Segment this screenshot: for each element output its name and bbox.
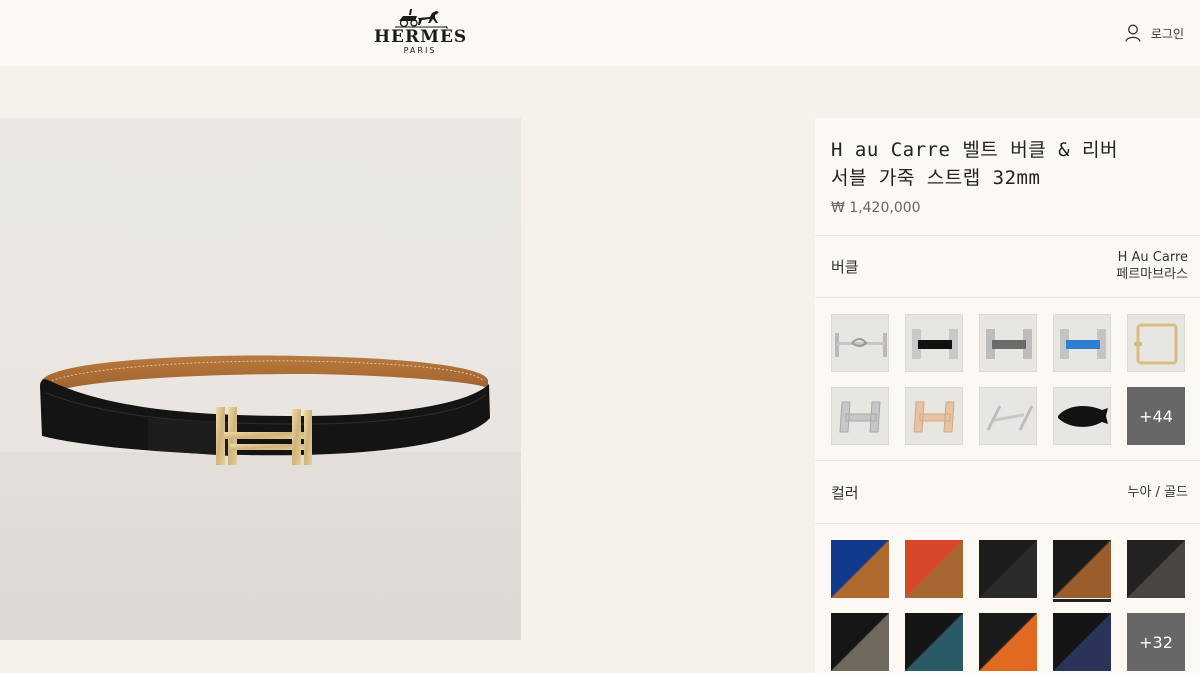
- top-navigation-bar: HERMÈS PARIS 로그인: [0, 0, 1200, 66]
- buckle-animal-icon: [1058, 406, 1108, 427]
- product-image[interactable]: [0, 118, 521, 640]
- product-price: ₩ 1,420,000: [831, 200, 921, 216]
- color-swatch-black-crocodile[interactable]: [979, 540, 1037, 598]
- buckle-option-h-grey[interactable]: [979, 314, 1037, 372]
- divider: [815, 297, 1200, 298]
- product-title-line-1: H au Carre 벨트 버클 & 리버: [831, 139, 1118, 161]
- product-title: H au Carre 벨트 버클 & 리버 서블 가죽 스트랩 32mm: [831, 136, 1191, 192]
- login-button[interactable]: 로그인: [1125, 22, 1184, 44]
- color-swatch-black-teal[interactable]: [905, 613, 963, 671]
- buckle-hook-icon: [835, 333, 887, 357]
- divider: [815, 460, 1200, 461]
- buckle-h-blue-icon: [1060, 329, 1106, 359]
- buckle-option-h-rose-gold[interactable]: [905, 387, 963, 445]
- buckle-h-black-icon: [912, 329, 958, 359]
- brand-city: PARIS: [403, 46, 437, 55]
- carriage-logo-icon: [395, 9, 445, 28]
- buckle-selected-finish: 페르마브라스: [1116, 267, 1188, 282]
- buckle-more-button[interactable]: +44: [1127, 387, 1185, 445]
- color-swatch-noir-gold[interactable]: [1053, 540, 1111, 598]
- buckle-option-rectangle-gold[interactable]: [1127, 314, 1185, 372]
- color-label: 컬러: [831, 484, 859, 502]
- brand-name: HERMÈS: [374, 27, 468, 47]
- buckle-option-h-blue[interactable]: [1053, 314, 1111, 372]
- buckle-rectangle-icon: [1134, 323, 1178, 365]
- color-swatch-multicolor-gold[interactable]: [905, 540, 963, 598]
- color-swatch-black-orange[interactable]: [979, 613, 1037, 671]
- buckle-option-clip-silver[interactable]: [979, 387, 1037, 445]
- color-swatch-black-taupe[interactable]: [831, 613, 889, 671]
- color-more-button[interactable]: +32: [1127, 613, 1185, 671]
- belt-image: [40, 355, 490, 465]
- buckle-option-hook-silver[interactable]: [831, 314, 889, 372]
- buckle-selected-name: H Au Carre: [1117, 250, 1188, 265]
- product-detail-panel: H au Carre 벨트 버클 & 리버 서블 가죽 스트랩 32mm ₩ 1…: [815, 118, 1200, 673]
- selected-swatch-indicator: [1053, 599, 1111, 602]
- buckle-label: 버클: [831, 258, 859, 276]
- color-swatch-black-grey[interactable]: [1127, 540, 1185, 598]
- buckle-h-grey-icon: [986, 329, 1032, 359]
- product-title-line-2: 서블 가죽 스트랩 32mm: [831, 167, 1041, 189]
- login-label: 로그인: [1150, 26, 1184, 41]
- hermes-logo[interactable]: HERMÈS PARIS: [374, 6, 466, 60]
- color-swatch-black-navy[interactable]: [1053, 613, 1111, 671]
- divider: [815, 235, 1200, 236]
- color-swatch-blue-gold[interactable]: [831, 540, 889, 598]
- user-icon: [1125, 24, 1141, 42]
- buckle-clip-icon: [986, 405, 1034, 431]
- buckle-option-animal-black[interactable]: [1053, 387, 1111, 445]
- buckle-option-h-black[interactable]: [905, 314, 963, 372]
- buckle-h-rose-gold-icon: [913, 401, 955, 433]
- divider: [815, 523, 1200, 524]
- buckle-h-silver-icon: [839, 401, 881, 433]
- buckle-selected-value[interactable]: H Au Carre 페르마브라스: [1116, 249, 1188, 283]
- buckle-option-h-silver-3d[interactable]: [831, 387, 889, 445]
- color-selected-value[interactable]: 누아 / 골드: [1128, 484, 1189, 501]
